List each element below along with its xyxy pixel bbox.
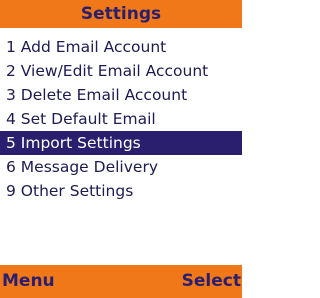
menu-softkey-button[interactable]: Menu (2, 265, 55, 298)
menu-item-set-default-email[interactable]: 4 Set Default Email (0, 107, 242, 131)
menu-item-delete-email-account[interactable]: 3 Delete Email Account (0, 83, 242, 107)
select-softkey-button[interactable]: Select (182, 265, 241, 298)
settings-menu: 1 Add Email Account 2 View/Edit Email Ac… (0, 35, 242, 203)
menu-item-add-email-account[interactable]: 1 Add Email Account (0, 35, 242, 59)
page-title: Settings (0, 0, 242, 28)
menu-item-import-settings[interactable]: 5 Import Settings (0, 131, 242, 155)
menu-item-other-settings[interactable]: 9 Other Settings (0, 179, 242, 203)
phone-screen: Settings 1 Add Email Account 2 View/Edit… (0, 0, 242, 298)
softkey-bar: Menu Select (0, 265, 242, 298)
menu-item-view-edit-email-account[interactable]: 2 View/Edit Email Account (0, 59, 242, 83)
menu-item-message-delivery[interactable]: 6 Message Delivery (0, 155, 242, 179)
